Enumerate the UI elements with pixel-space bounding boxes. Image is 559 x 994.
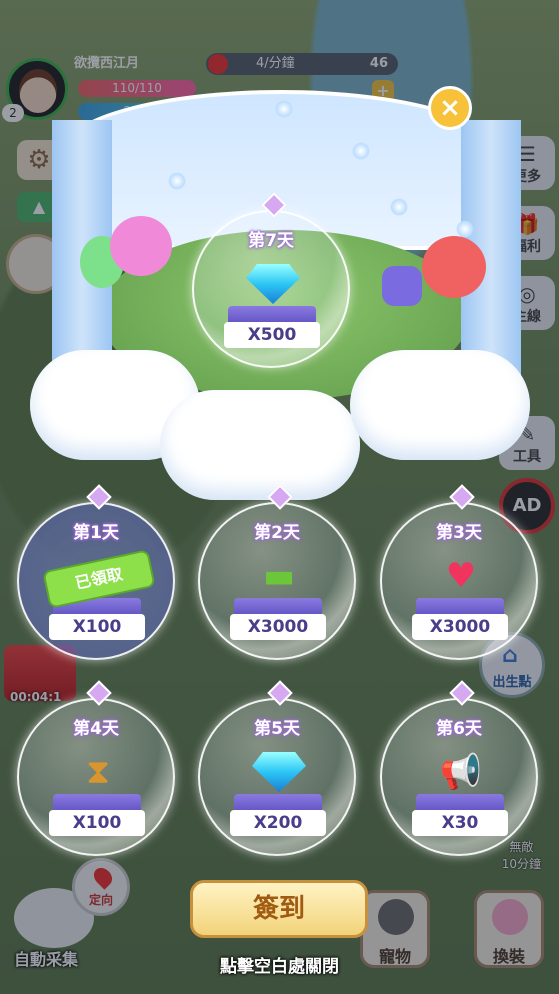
string-light [390, 198, 408, 216]
cat-balloon-icon [422, 236, 486, 298]
day-1-reward[interactable]: 第1天 已領取 X100 [17, 484, 175, 660]
day-2-reward[interactable]: 第2天 ▬ X3000 [198, 484, 356, 660]
string-light [275, 100, 293, 118]
megaphone-icon: 📢 [439, 752, 483, 792]
checkin-button[interactable]: 簽到 [190, 880, 368, 938]
day-label: 第7天 [248, 231, 294, 251]
day-label: 第3天 [436, 523, 482, 543]
reward-count: X100 [49, 614, 145, 640]
day-7-reward[interactable]: 第7天 X500 [192, 192, 350, 368]
heart-icon: ♥ [445, 556, 477, 596]
day-4-reward[interactable]: 第4天 ⧗ X100 [17, 680, 175, 856]
reward-count: X3000 [230, 614, 326, 640]
day-5-reward[interactable]: 第5天 X200 [198, 680, 356, 856]
day-3-reward[interactable]: 第3天 ♥ X3000 [380, 484, 538, 660]
star-balloon-icon [382, 266, 422, 306]
reward-count: X200 [230, 810, 326, 836]
close-button[interactable]: × [428, 86, 472, 130]
day-label: 第6天 [436, 719, 482, 739]
heart-balloon-icon [110, 216, 172, 276]
cloud [160, 390, 360, 500]
day-6-reward[interactable]: 第6天 📢 X30 [380, 680, 538, 856]
reward-count: X3000 [412, 614, 508, 640]
diamond-icon [252, 752, 306, 792]
day-label: 第1天 [73, 523, 119, 543]
string-light [352, 142, 370, 160]
close-hint: 點擊空白處關閉 [220, 957, 339, 977]
reward-count: X30 [412, 810, 508, 836]
cloud [350, 350, 530, 460]
diamond-icon [246, 264, 300, 304]
day-label: 第5天 [254, 719, 300, 739]
reward-count: X500 [224, 322, 320, 348]
reward-count: X100 [49, 810, 145, 836]
cash-icon: ▬ [262, 556, 296, 596]
day-label: 第4天 [73, 719, 119, 739]
hourglass-icon: ⧗ [86, 752, 110, 792]
day-label: 第2天 [254, 523, 300, 543]
string-light [168, 172, 186, 190]
string-light [456, 220, 474, 238]
